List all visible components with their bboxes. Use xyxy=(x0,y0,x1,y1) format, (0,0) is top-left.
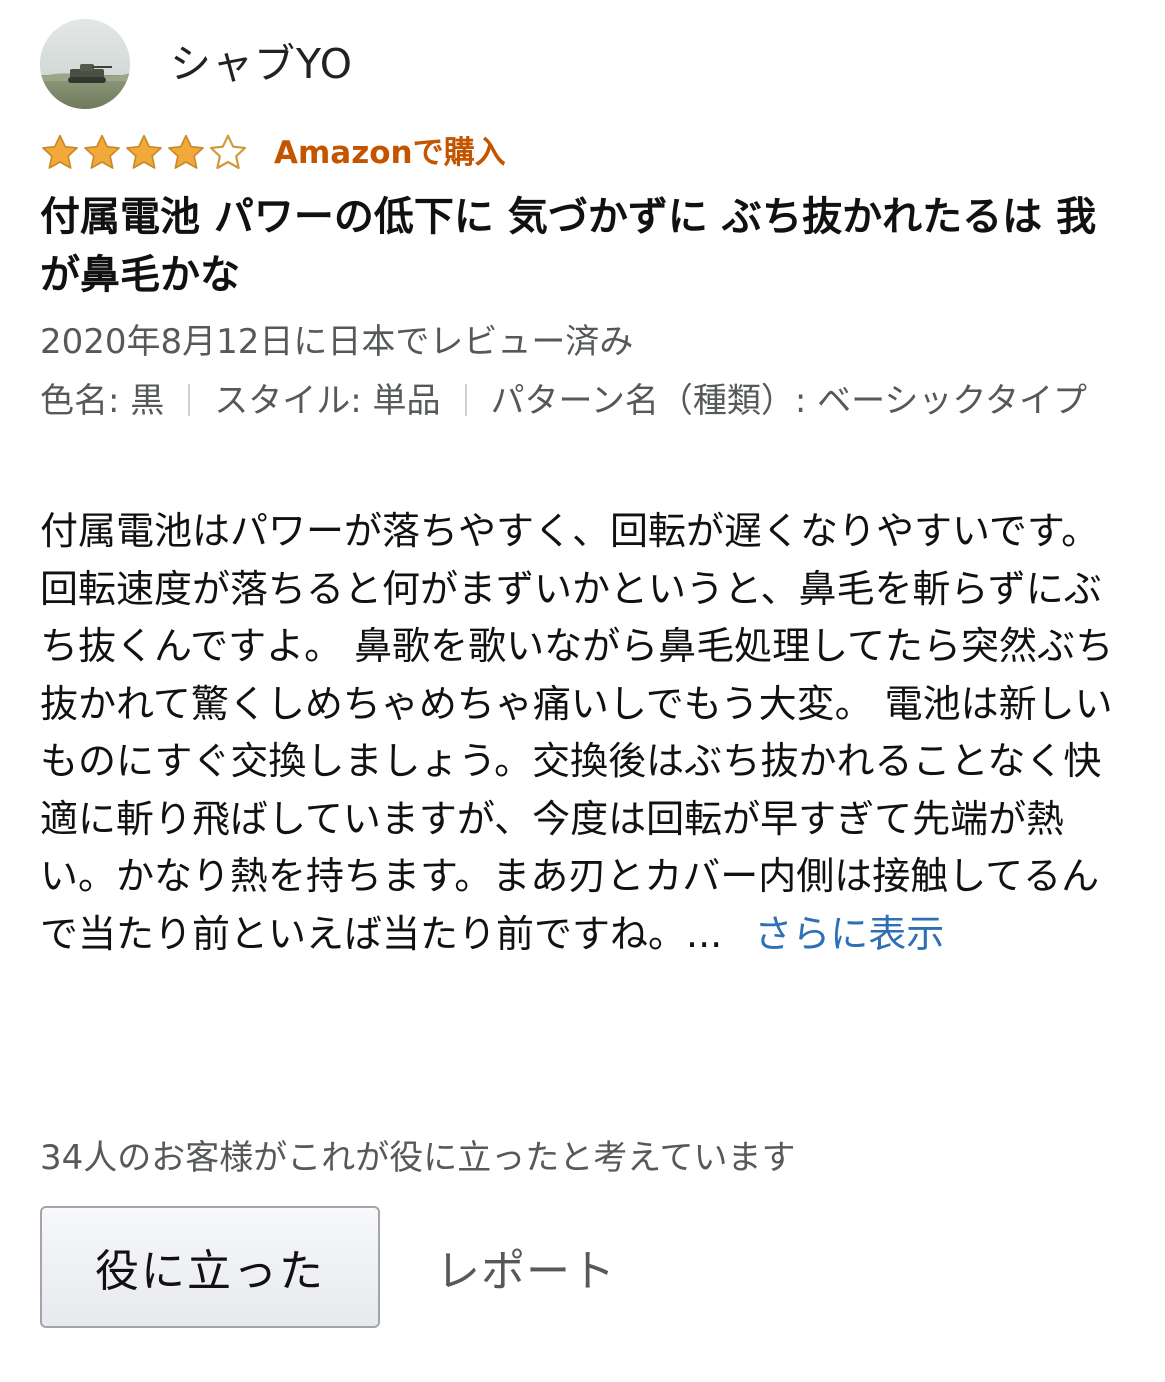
star-filled-icon xyxy=(168,134,204,169)
reviewer-name[interactable]: シャブYO xyxy=(170,43,353,85)
review-body: 付属電池はパワーが落ちやすく、回転が遅くなりやすいです。 回転速度が落ちると何が… xyxy=(40,503,1125,963)
star-filled-icon xyxy=(42,134,78,169)
helpful-button[interactable]: 役に立った xyxy=(40,1206,380,1328)
product-variation[interactable]: 色名: 黒 スタイル: 単品 パターン名（種類）: ベーシックタイプ xyxy=(40,373,1125,429)
review-date: 2020年8月12日に日本でレビュー済み xyxy=(40,322,634,362)
verified-purchase-badge: Amazonで購入 xyxy=(274,134,506,171)
review-text: 付属電池はパワーが落ちやすく、回転が遅くなりやすいです。 回転速度が落ちると何が… xyxy=(40,509,1114,956)
star-filled-icon xyxy=(84,134,120,169)
tank-photo-avatar-icon xyxy=(40,19,130,109)
reviewer-profile[interactable]: シャブYO xyxy=(40,18,353,110)
helpful-count: 34人のお客様がこれが役に立ったと考えています xyxy=(40,1138,796,1178)
read-more-link[interactable]: さらに表示 xyxy=(754,912,944,956)
star-rating[interactable] xyxy=(40,133,248,173)
divider xyxy=(188,384,191,416)
review-actions: 役に立った レポート xyxy=(40,1206,616,1328)
variation-color: 色名: 黒 xyxy=(40,381,165,421)
variation-style: スタイル: 単品 xyxy=(214,381,441,421)
divider xyxy=(464,384,467,416)
star-filled-icon xyxy=(126,134,162,169)
review-title: 付属電池 パワーの低下に 気づかずに ぶち抜かれたるは 我が鼻毛かな xyxy=(40,194,1097,298)
star-empty-icon xyxy=(209,134,247,170)
report-link[interactable]: レポート xyxy=(436,1235,616,1299)
variation-pattern: パターン名（種類）: ベーシックタイプ xyxy=(490,381,1088,421)
avatar[interactable] xyxy=(40,19,130,109)
rating-row: Amazonで購入 xyxy=(40,132,506,174)
